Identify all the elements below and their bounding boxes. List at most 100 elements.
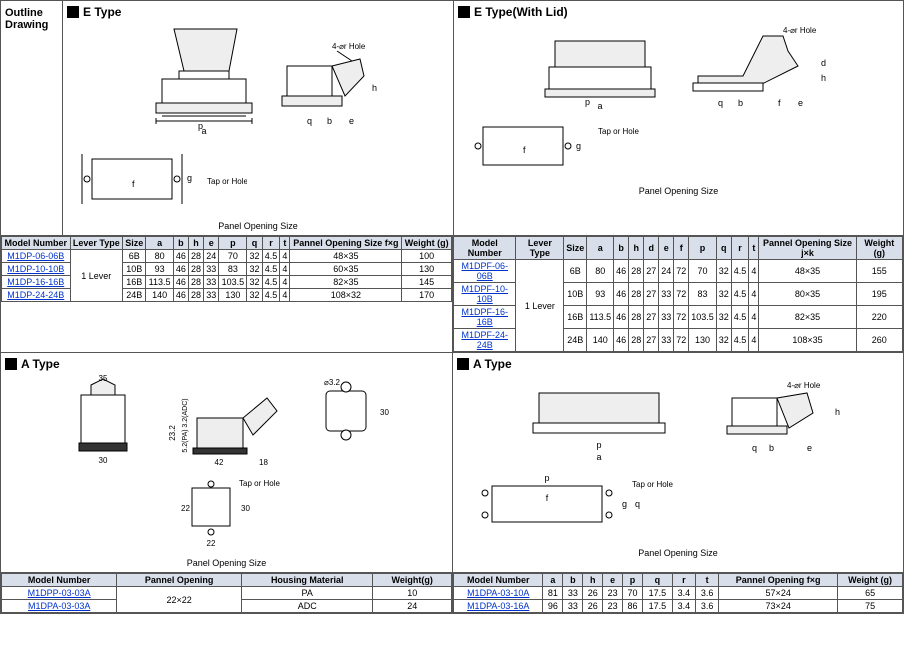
svg-text:Tap or Hole: Tap or Hole bbox=[598, 127, 639, 136]
svg-text:q: q bbox=[307, 116, 312, 126]
cell: 108×32 bbox=[290, 289, 402, 302]
svg-text:g: g bbox=[576, 141, 581, 151]
cell: 72 bbox=[674, 283, 689, 306]
cell: ADC bbox=[241, 600, 372, 613]
cell: M1DPF-24-24B bbox=[454, 329, 516, 352]
svg-text:e: e bbox=[807, 443, 812, 453]
table-row: M1DPA-03-16A963326238617.53.43.673×2475 bbox=[454, 600, 903, 613]
col-header: Model Number bbox=[454, 574, 543, 587]
cell: M1DP-10-10B bbox=[2, 263, 71, 276]
cell: 23 bbox=[603, 587, 623, 600]
cell: 72 bbox=[674, 306, 689, 329]
svg-text:g: g bbox=[622, 499, 627, 509]
cell: M1DPF-10-10B bbox=[454, 283, 516, 306]
col-header: q bbox=[716, 237, 731, 260]
cell: M1DPF-16-16B bbox=[454, 306, 516, 329]
atype-right-label: A Type bbox=[473, 357, 512, 371]
col-header: Pannel Opening bbox=[117, 574, 242, 587]
cell: 32 bbox=[247, 263, 262, 276]
cell: M1DP-24-24B bbox=[2, 289, 71, 302]
svg-text:q: q bbox=[718, 98, 723, 108]
cell: 24 bbox=[373, 600, 452, 613]
col-header: r bbox=[262, 237, 280, 250]
svg-text:30: 30 bbox=[380, 408, 389, 417]
col-header: h bbox=[188, 237, 203, 250]
cell: 83 bbox=[219, 263, 247, 276]
atype-right-side: 4-⌀r Hole h q b e bbox=[717, 373, 847, 463]
cell: 4 bbox=[749, 306, 759, 329]
cell: 32 bbox=[247, 250, 262, 263]
cell: 4 bbox=[749, 260, 759, 283]
col-header: Weight (g) bbox=[402, 237, 452, 250]
cell: 3.6 bbox=[696, 600, 719, 613]
cell: 70 bbox=[689, 260, 717, 283]
col-header: h bbox=[629, 237, 644, 260]
table-row: M1DPF-06-06B1 Lever6B80462827247270324.5… bbox=[454, 260, 903, 283]
cell: 46 bbox=[614, 306, 629, 329]
cell: M1DP-06-06B bbox=[2, 250, 71, 263]
svg-text:h: h bbox=[835, 407, 840, 417]
cell: 32 bbox=[247, 289, 262, 302]
svg-text:23.2: 23.2 bbox=[168, 425, 177, 441]
cell: 4.5 bbox=[262, 289, 280, 302]
col-header: h bbox=[583, 574, 603, 587]
cell: 10 bbox=[373, 587, 452, 600]
cell: 93 bbox=[146, 263, 173, 276]
cell: 83 bbox=[689, 283, 717, 306]
svg-text:⌀3.2: ⌀3.2 bbox=[324, 378, 340, 387]
cell: 24B bbox=[564, 329, 587, 352]
cell: 4.5 bbox=[731, 283, 749, 306]
atype-left-block-icon bbox=[5, 358, 17, 370]
svg-text:b: b bbox=[769, 443, 774, 453]
svg-text:Tap or Hole: Tap or Hole bbox=[239, 479, 280, 488]
etype-lid-panel-caption: Panel Opening Size bbox=[458, 186, 899, 196]
cell: 32 bbox=[247, 276, 262, 289]
etype-block-icon bbox=[67, 6, 79, 18]
cell: 17.5 bbox=[642, 587, 672, 600]
cell: 4 bbox=[280, 289, 290, 302]
cell: 4.5 bbox=[262, 263, 280, 276]
atype-right-panel-caption: Panel Opening Size bbox=[457, 548, 899, 558]
svg-text:4-⌀r Hole: 4-⌀r Hole bbox=[787, 381, 821, 390]
svg-text:22: 22 bbox=[206, 539, 215, 548]
cell: 16B bbox=[123, 276, 146, 289]
cell: 220 bbox=[856, 306, 902, 329]
cell: 33 bbox=[659, 306, 674, 329]
cell: 17.5 bbox=[642, 600, 672, 613]
cell: 260 bbox=[856, 329, 902, 352]
cell: 46 bbox=[173, 276, 188, 289]
cell: 80 bbox=[587, 260, 614, 283]
cell: PA bbox=[241, 587, 372, 600]
sidebar-line2: Drawing bbox=[5, 19, 48, 31]
svg-text:18: 18 bbox=[259, 458, 268, 467]
svg-text:h: h bbox=[372, 83, 377, 93]
svg-text:4-⌀r Hole: 4-⌀r Hole bbox=[332, 42, 366, 51]
cell: 6B bbox=[123, 250, 146, 263]
panel-cell: 22×22 bbox=[117, 587, 242, 613]
svg-text:3.2(ADC): 3.2(ADC) bbox=[182, 398, 189, 427]
cell: 33 bbox=[563, 587, 583, 600]
cell: 48×35 bbox=[759, 260, 856, 283]
col-header: Size bbox=[564, 237, 587, 260]
cell: 27 bbox=[644, 306, 659, 329]
col-header: p bbox=[219, 237, 247, 250]
cell: 70 bbox=[219, 250, 247, 263]
cell: 4 bbox=[749, 283, 759, 306]
col-header: Pannel Opening Size f×g bbox=[290, 237, 402, 250]
atype-left-bottom: ⌀3.2 30 bbox=[302, 373, 392, 468]
cell: M1DPA-03-03A bbox=[2, 600, 117, 613]
atype-left-side: 23.2 5.2(PA) 3.2(ADC) 42 18 bbox=[159, 373, 294, 468]
cell: 113.5 bbox=[146, 276, 173, 289]
cell: 57×24 bbox=[719, 587, 838, 600]
col-header: Weight (g) bbox=[838, 574, 903, 587]
cell: 27 bbox=[644, 329, 659, 352]
svg-text:a: a bbox=[597, 101, 602, 111]
cell: 46 bbox=[173, 289, 188, 302]
svg-text:f: f bbox=[132, 179, 135, 189]
cell: 46 bbox=[614, 329, 629, 352]
etype-panel-opening: f g Tap or Hole Panel Opening Size bbox=[67, 149, 449, 231]
cell: 73×24 bbox=[719, 600, 838, 613]
atype-left-top: 35 30 bbox=[61, 373, 151, 468]
col-header: Size bbox=[123, 237, 146, 250]
col-header: r bbox=[672, 574, 695, 587]
